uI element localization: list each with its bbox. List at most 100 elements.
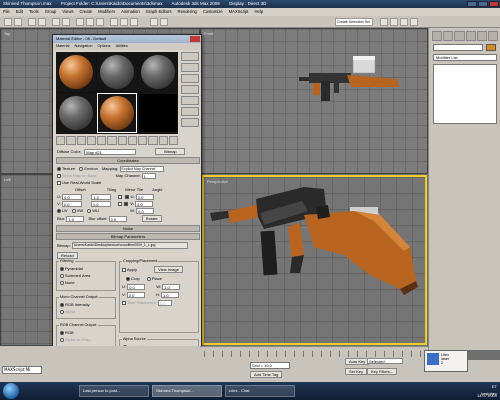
pyramidal-radio[interactable]: [60, 266, 64, 271]
menu-modifiers[interactable]: Modifiers: [98, 8, 115, 16]
menu-material[interactable]: Material: [56, 43, 70, 50]
crop-h-field[interactable]: 1.0: [161, 291, 180, 298]
make-unique-icon[interactable]: [107, 136, 117, 145]
show-map-back-checkbox[interactable]: [57, 173, 61, 178]
align-icon[interactable]: [160, 18, 168, 26]
sample-slot[interactable]: [56, 52, 96, 92]
maximize-button[interactable]: [478, 1, 488, 7]
viewport-label[interactable]: Left: [4, 177, 11, 182]
copy-material-icon[interactable]: [97, 136, 107, 145]
sample-slot[interactable]: [97, 52, 137, 92]
environ-radio[interactable]: [79, 166, 84, 171]
coordinates-rollout[interactable]: Coordinates: [56, 157, 200, 164]
crop-v-field[interactable]: 0.0: [126, 291, 145, 298]
jitter-checkbox[interactable]: [122, 300, 126, 305]
auto-key-button[interactable]: Auto Key: [345, 358, 370, 365]
modify-tab[interactable]: [443, 31, 454, 41]
mono-alpha-radio[interactable]: [60, 309, 64, 314]
uv-tiling-icon[interactable]: [181, 85, 199, 94]
menu-graph-editors[interactable]: Graph Editors: [146, 8, 172, 16]
summed-area-radio[interactable]: [60, 273, 64, 278]
background-icon[interactable]: [181, 74, 199, 83]
put-to-scene-icon[interactable]: [66, 136, 76, 145]
taskbar-item-chat[interactable]: Litex - Chat: [225, 385, 295, 397]
alpha-gray-radio[interactable]: [60, 337, 64, 342]
render-icon[interactable]: [400, 18, 408, 26]
move-icon[interactable]: [76, 18, 84, 26]
get-material-icon[interactable]: [56, 136, 66, 145]
add-time-tag-button[interactable]: Add Time Tag: [250, 371, 283, 378]
jitter-field[interactable]: 1.0: [157, 299, 172, 306]
crop-w-field[interactable]: 1.0: [162, 283, 181, 290]
minimize-button[interactable]: [467, 1, 477, 7]
chat-notification[interactable]: Litex laser 2: [424, 350, 468, 372]
blur-field[interactable]: 1.0: [66, 215, 85, 222]
undo-icon[interactable]: [4, 18, 12, 26]
mirror-icon[interactable]: [150, 18, 158, 26]
modifier-stack[interactable]: [433, 64, 497, 124]
u-tile-checkbox[interactable]: [124, 194, 129, 199]
angle-snap-icon[interactable]: [120, 18, 128, 26]
menu-group[interactable]: Group: [45, 8, 57, 16]
menu-help[interactable]: Help: [254, 8, 263, 16]
object-color-swatch[interactable]: [486, 44, 496, 51]
map-name-field[interactable]: Map #21: [84, 148, 137, 155]
video-check-icon[interactable]: [181, 96, 199, 105]
v-tile-checkbox[interactable]: [124, 201, 129, 206]
menu-tools[interactable]: Tools: [29, 8, 39, 16]
create-tab[interactable]: [432, 31, 443, 41]
select-icon[interactable]: [52, 18, 60, 26]
unlink-icon[interactable]: [38, 18, 46, 26]
material-editor-icon[interactable]: [380, 18, 388, 26]
menu-create[interactable]: Create: [80, 8, 93, 16]
key-filters-button[interactable]: Key Filters...: [367, 368, 398, 375]
sample-type-icon[interactable]: [181, 52, 199, 61]
start-button[interactable]: [3, 383, 19, 399]
sample-slot[interactable]: [56, 93, 96, 133]
u-mirror-checkbox[interactable]: [118, 194, 123, 199]
uv-radio[interactable]: [57, 208, 61, 213]
menu-animation[interactable]: Animation: [121, 8, 140, 16]
rotate-button[interactable]: Rotate: [141, 215, 162, 223]
viewport-perspective[interactable]: Perspective: [202, 175, 427, 345]
menu-options[interactable]: Options: [97, 43, 110, 50]
sample-slot[interactable]: [138, 52, 178, 92]
hierarchy-tab[interactable]: [454, 31, 465, 41]
real-world-checkbox[interactable]: [57, 180, 61, 185]
set-key-button[interactable]: Set Key: [345, 368, 368, 375]
v-mirror-checkbox[interactable]: [118, 201, 123, 206]
select-by-name-icon[interactable]: [62, 18, 70, 26]
crop-radio[interactable]: [126, 276, 130, 281]
apply-checkbox[interactable]: [122, 267, 126, 272]
maxscript-listener[interactable]: MAXScript Mi: [2, 366, 42, 374]
percent-snap-icon[interactable]: [130, 18, 138, 26]
material-id-icon[interactable]: [127, 136, 137, 145]
crop-u-field[interactable]: 0.0: [127, 283, 146, 290]
options-icon[interactable]: [181, 118, 199, 127]
taskbar-item-3dsmax[interactable]: Skinned Thompson...: [152, 385, 222, 397]
motion-tab[interactable]: [465, 31, 476, 41]
filter-none-radio[interactable]: [60, 280, 64, 285]
sample-slot[interactable]: [138, 93, 178, 133]
show-end-result-icon[interactable]: [148, 136, 158, 145]
place-radio[interactable]: [146, 276, 151, 281]
map-channel-field[interactable]: 1: [141, 172, 156, 179]
render-setup-icon[interactable]: [390, 18, 398, 26]
go-forward-icon[interactable]: [168, 136, 178, 145]
viewport-front[interactable]: Front: [200, 28, 428, 174]
menu-views[interactable]: Views: [62, 8, 73, 16]
rgb-radio[interactable]: [60, 330, 64, 335]
quick-render-icon[interactable]: [410, 18, 418, 26]
assign-material-icon[interactable]: [76, 136, 86, 145]
map-type-button[interactable]: Bitmap: [155, 148, 186, 156]
view-image-button[interactable]: View Image: [154, 266, 183, 274]
blur-offset-field[interactable]: 0.0: [108, 215, 127, 222]
sample-slot-active[interactable]: [97, 93, 137, 133]
menu-edit[interactable]: Edit: [16, 8, 23, 16]
menu-customize[interactable]: Customize: [203, 8, 223, 16]
viewport-label[interactable]: Top: [4, 31, 10, 36]
menu-utilities[interactable]: Utilities: [116, 43, 128, 50]
display-tab[interactable]: [476, 31, 487, 41]
reset-map-icon[interactable]: [86, 136, 96, 145]
material-editor-close-button[interactable]: [190, 36, 200, 42]
